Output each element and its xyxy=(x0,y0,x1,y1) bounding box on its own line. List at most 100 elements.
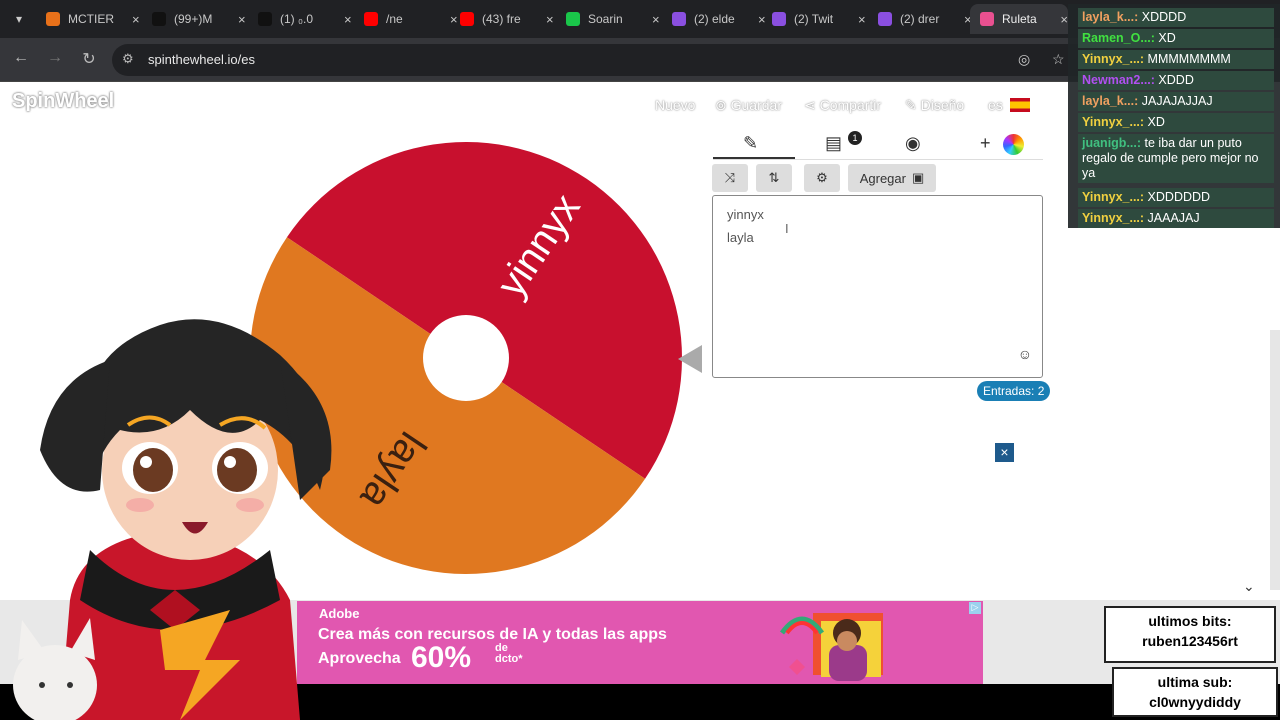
chat-text: MMMMMMMM xyxy=(1147,52,1231,66)
last-bits-user: ruben123456rt xyxy=(1142,633,1238,649)
entries-textarea[interactable]: yinnyx layla I ☺ xyxy=(712,195,1043,378)
tab-favicon-icon xyxy=(152,12,166,26)
chat-username: layla_k...: xyxy=(1082,10,1139,24)
shuffle-button[interactable]: ⤨ xyxy=(712,164,748,192)
notification-badge: 1 xyxy=(848,131,862,145)
chat-message: layla_k...: XDDDD xyxy=(1078,8,1274,27)
chat-username: Yinnyx_...: xyxy=(1082,190,1145,204)
tab-search-icon[interactable]: ▾ xyxy=(8,8,30,30)
image-icon: ▣ xyxy=(911,170,925,185)
ad-banner[interactable]: Adobe Crea más con recursos de IA y toda… xyxy=(297,601,983,684)
tab-close-icon[interactable]: × xyxy=(858,12,866,27)
tab-close-icon[interactable]: × xyxy=(546,12,554,27)
page-scrollbar[interactable] xyxy=(1270,330,1280,590)
browser-tab[interactable]: MCTIER × xyxy=(36,4,140,34)
last-bits-box: ultimos bits: ruben123456rt xyxy=(1104,606,1276,663)
last-bits-title: ultimos bits: xyxy=(1148,613,1232,629)
chat-text: XD xyxy=(1147,115,1165,129)
site-logo[interactable]: SpinWheel xyxy=(12,90,114,113)
entry-line: layla xyxy=(727,230,754,245)
address-url[interactable]: spinthewheel.io/es xyxy=(148,52,255,67)
nav-save[interactable]: ⊚ Guardar xyxy=(715,97,782,114)
chat-text: JAAAJAJ xyxy=(1147,211,1200,225)
wheel-center[interactable] xyxy=(423,315,509,401)
nav-new[interactable]: Nuevo xyxy=(655,97,695,113)
add-image-button[interactable]: Agregar ▣ xyxy=(848,164,936,192)
chat-message: Yinnyx_...: JAAAJAJ xyxy=(1078,209,1274,228)
gear-icon: ⚙ xyxy=(816,170,828,185)
forward-icon[interactable]: → xyxy=(44,49,66,67)
emoji-icon[interactable]: ☺ xyxy=(1018,346,1032,362)
browser-tab[interactable]: /ne × xyxy=(354,4,458,34)
wheel-pointer xyxy=(678,345,702,373)
tab-favicon-icon xyxy=(258,12,272,26)
last-sub-user: cl0wnyydiddy xyxy=(1149,694,1241,710)
nav-share[interactable]: ⋖ Compartir xyxy=(804,97,881,114)
browser-tab[interactable]: (43) fre × xyxy=(450,4,554,34)
chat-message: Yinnyx_...: XDDDDDD xyxy=(1078,188,1274,207)
eye-off-icon[interactable]: ◎ xyxy=(1018,51,1030,68)
chat-username: Yinnyx_...: xyxy=(1082,115,1145,129)
chat-username: layla_k...: xyxy=(1082,94,1139,108)
chat-username: juanigb...: xyxy=(1082,136,1142,150)
last-sub-box: ultima sub: cl0wnyydiddy xyxy=(1112,667,1278,717)
text-cursor-icon: I xyxy=(785,221,789,236)
tab-close-icon[interactable]: × xyxy=(344,12,352,27)
chat-message: Ramen_O...: XD xyxy=(1078,29,1274,48)
sort-button[interactable]: ⇅ xyxy=(756,164,792,192)
tab-favicon-icon xyxy=(566,12,580,26)
chat-message: Yinnyx_...: XD xyxy=(1078,113,1274,132)
nav-design[interactable]: ✎ Diseño xyxy=(905,97,964,114)
chevron-down-icon[interactable]: ⌄ xyxy=(1243,578,1255,595)
reload-icon[interactable]: ↻ xyxy=(78,49,100,69)
tab-favicon-icon xyxy=(772,12,786,26)
tab-favicon-icon xyxy=(980,12,994,26)
chat-username: Yinnyx_...: xyxy=(1082,211,1145,225)
share-icon: ⋖ xyxy=(804,97,820,113)
spain-flag-icon[interactable] xyxy=(1010,98,1030,112)
tab-close-icon[interactable]: × xyxy=(652,12,660,27)
ad-headline: Crea más con recursos de IA y todas las … xyxy=(318,626,667,643)
browser-tab[interactable]: Ruleta × xyxy=(970,4,1068,34)
results-tab[interactable]: ▤ xyxy=(825,133,842,154)
edit-entries-tab[interactable]: ✎ xyxy=(743,133,758,154)
chat-text: XDDD xyxy=(1158,73,1194,87)
hide-tab[interactable]: ◉ xyxy=(905,133,921,154)
browser-tab[interactable]: (2) elde × xyxy=(662,4,766,34)
close-ad-icon[interactable]: × xyxy=(995,443,1014,462)
color-wheel-icon[interactable] xyxy=(1003,134,1024,155)
ad-choices-icon[interactable]: ▷ xyxy=(969,602,981,614)
entries-count-badge: Entradas: 2 xyxy=(977,381,1051,401)
address-bar[interactable]: ⚙ spinthewheel.io/es ◎ ☆ xyxy=(112,44,1112,76)
tab-favicon-icon xyxy=(460,12,474,26)
browser-tab[interactable]: (2) drer × xyxy=(868,4,972,34)
chat-username: Newman2...: xyxy=(1082,73,1155,87)
chat-message: Newman2...: XDDD xyxy=(1078,71,1274,90)
chat-username: Ramen_O...: xyxy=(1082,31,1155,45)
chat-message: juanigb...: te iba dar un puto regalo de… xyxy=(1078,134,1274,183)
chat-text: XD xyxy=(1158,31,1176,45)
language-selector[interactable]: es xyxy=(988,97,1003,113)
site-info-icon[interactable]: ⚙ xyxy=(122,51,134,67)
sort-icon: ⇅ xyxy=(768,170,780,185)
add-wheel-tab[interactable]: + xyxy=(980,133,991,154)
bookmark-star-icon[interactable]: ☆ xyxy=(1052,51,1065,68)
chat-message: Yinnyx_...: MMMMMMMM xyxy=(1078,50,1274,69)
tab-close-icon[interactable]: × xyxy=(238,12,246,27)
back-icon[interactable]: ← xyxy=(10,49,32,67)
browser-tab[interactable]: (1) ₀.0 × xyxy=(248,4,352,34)
browser-tab[interactable]: (99+)M × xyxy=(142,4,246,34)
chat-message: layla_k...: JAJAJAJJAJ xyxy=(1078,92,1274,111)
tab-close-icon[interactable]: × xyxy=(132,12,140,27)
tab-close-icon[interactable]: × xyxy=(1060,12,1068,27)
ad-illustration xyxy=(779,613,883,681)
settings-button[interactable]: ⚙ xyxy=(804,164,840,192)
ad-discount-label: de dcto* xyxy=(495,642,523,665)
pencil-icon: ✎ xyxy=(905,97,921,113)
stream-chat-overlay: layla_k...: XDDDD Ramen_O...: XD Yinnyx_..… xyxy=(1068,4,1280,228)
shuffle-icon: ⤨ xyxy=(724,170,736,185)
browser-tab[interactable]: Soarin × xyxy=(556,4,660,34)
chat-username: Yinnyx_...: xyxy=(1082,52,1145,66)
last-sub-title: ultima sub: xyxy=(1157,674,1233,690)
browser-tab[interactable]: (2) Twit × xyxy=(762,4,866,34)
